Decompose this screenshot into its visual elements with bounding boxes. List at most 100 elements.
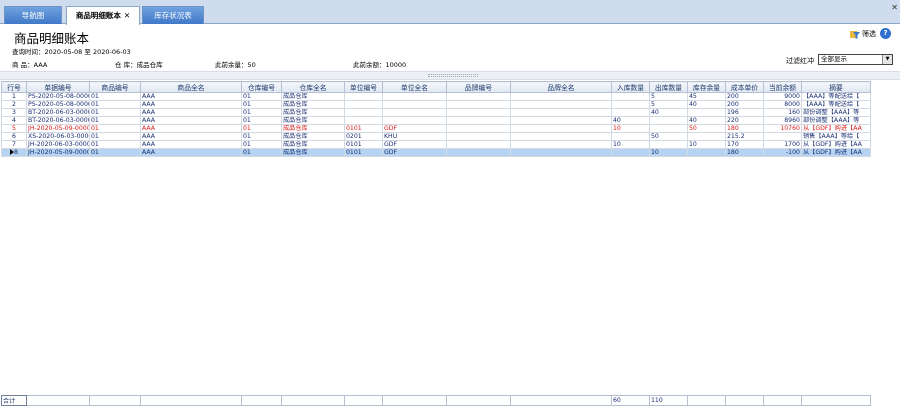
column-header[interactable]: 仓库编号: [241, 81, 282, 93]
column-header[interactable]: 库存余量: [687, 81, 726, 93]
page-title: 商品明细账本: [14, 31, 90, 46]
date-to: 2020-06-03: [92, 48, 131, 56]
column-header[interactable]: 商品编号: [89, 81, 141, 93]
cell-wcode: 01: [241, 108, 282, 117]
cell-cost: 200: [725, 100, 764, 109]
cell-amount: 1700: [763, 140, 802, 149]
cell-memo: 从【GDF】购进【AA: [801, 124, 871, 133]
cell-wname: 成品仓库: [281, 100, 345, 109]
help-icon[interactable]: ?: [880, 28, 891, 39]
column-header[interactable]: 成本单价: [725, 81, 764, 93]
table-row[interactable]: 8 JH-2020-05-09-00001 01 AAA 01 成品仓库 0101 GDF 10…: [1, 148, 871, 157]
cell-in: 40: [611, 116, 650, 125]
cell-uname: KHU: [382, 132, 447, 141]
tab-inventory-status[interactable]: 库存状况表: [142, 6, 204, 24]
cell-ucode: [344, 116, 383, 125]
table-row[interactable]: 3 BT-2020-06-03-00001 01 AAA 01 成品仓库 40 196 160 部…: [1, 108, 871, 117]
prior-qty-info: 此前余量：50: [215, 59, 256, 69]
cell-bcode: [446, 92, 511, 101]
column-header[interactable]: 单据编号: [26, 81, 90, 93]
table-row[interactable]: 1 PS-2020-05-08-00001 01 AAA 01 成品仓库 5 45 200 900…: [1, 92, 871, 101]
cell-bal: 40: [687, 116, 726, 125]
empty-row: [1, 204, 871, 213]
column-header[interactable]: 摘要: [801, 81, 871, 93]
table-row[interactable]: 6 XS-2020-06-03-00001 01 AAA 01 成品仓库 0201 KHU 50…: [1, 132, 871, 141]
cell-bcode: [446, 132, 511, 141]
cell-memo: 部份调整【AAA】等: [801, 108, 871, 117]
cell-doc: PS-2020-05-08-00001: [26, 92, 90, 101]
cell-out: [649, 140, 688, 149]
table-row[interactable]: 2 PS-2020-05-08-00002 01 AAA 01 成品仓库 5 40 200 800…: [1, 100, 871, 109]
column-header[interactable]: 入库数量: [611, 81, 650, 93]
empty-row: [1, 300, 871, 309]
cell-uname: [382, 108, 447, 117]
cell-amount: 8960: [763, 116, 802, 125]
column-header[interactable]: 品牌编号: [446, 81, 511, 93]
table-row[interactable]: 7 JH-2020-06-03-00001 01 AAA 01 成品仓库 0101 GDF 10…: [1, 140, 871, 149]
cell-ucode: [344, 108, 383, 117]
cell-bname: [510, 100, 612, 109]
cell-memo: 【AAA】等配送给【: [801, 100, 871, 109]
tab-label: 库存状况表: [154, 11, 192, 20]
cell-wname: 成品仓库: [281, 124, 345, 133]
filter-red-label: 过滤红冲: [786, 57, 814, 65]
cell-doc: PS-2020-05-08-00002: [26, 100, 90, 109]
cell-bcode: [446, 116, 511, 125]
filter-button[interactable]: 筛选: [850, 29, 876, 39]
cell-amount: [763, 132, 802, 141]
column-header[interactable]: 出库数量: [649, 81, 688, 93]
empty-row: [1, 236, 871, 245]
cell-pname: AAA: [140, 100, 242, 109]
grid-header-row: 行号 单据编号 商品编号 商品全名 仓库编号 仓库全名 单位编号 单位全名 品牌编号 品牌全名 入库…: [1, 81, 871, 93]
cell-wcode: 01: [241, 148, 282, 157]
column-header[interactable]: 单位编号: [344, 81, 383, 93]
date-from: 2020-05-08: [44, 48, 83, 56]
ledger-grid[interactable]: 行号 单据编号 商品编号 商品全名 仓库编号 仓库全名 单位编号 单位全名 品牌编号 品牌全名 入库…: [1, 81, 899, 407]
close-icon[interactable]: ✕: [124, 11, 130, 20]
cell-no: 4: [1, 116, 27, 125]
to-label: 至: [84, 48, 91, 56]
column-header[interactable]: 仓库全名: [281, 81, 345, 93]
cell-memo: 从【GDF】购进【AA: [801, 140, 871, 149]
cell-pcode: 01: [89, 116, 141, 125]
cell-bal: 10: [687, 140, 726, 149]
query-time-line: 查询时间：2020-05-08 至 2020-06-03: [12, 46, 131, 56]
empty-row: [1, 156, 871, 165]
cell-amount: -100: [763, 148, 802, 157]
column-header[interactable]: 品牌全名: [510, 81, 612, 93]
cell-bal: 40: [687, 100, 726, 109]
cell-bname: [510, 140, 612, 149]
cell-uname: GDF: [382, 124, 447, 133]
cell-ucode: [344, 92, 383, 101]
cell-bal: [687, 132, 726, 141]
splitter-grip[interactable]: [428, 74, 478, 77]
cell-no: 8: [1, 148, 27, 157]
filter-red-select[interactable]: 全部显示 ▼: [818, 54, 893, 65]
cell-amount: 8000: [763, 100, 802, 109]
cell-doc: JH-2020-06-03-00001: [26, 140, 90, 149]
totals-row: 合计 60 110: [1, 395, 871, 406]
empty-row: [1, 292, 871, 301]
cell-cost: 180: [725, 124, 764, 133]
cell-bcode: [446, 140, 511, 149]
splitter[interactable]: [0, 71, 900, 80]
tab-product-ledger[interactable]: 商品明细账本 ✕: [66, 6, 140, 25]
cell-no: 2: [1, 100, 27, 109]
cell-out: 5: [649, 100, 688, 109]
cell-memo: 从【GDF】购进【AA: [801, 148, 871, 157]
empty-row: [1, 196, 871, 205]
cell-doc: BT-2020-06-03-00001: [26, 108, 90, 117]
window-close-icon[interactable]: ✕: [891, 3, 898, 12]
table-row[interactable]: 4 BT-2020-06-03-00002 01 AAA 01 成品仓库 40 40 220 89…: [1, 116, 871, 125]
cell-bcode: [446, 148, 511, 157]
column-header[interactable]: 当前余额: [763, 81, 802, 93]
tab-navigation[interactable]: 导航图: [4, 6, 62, 24]
column-header[interactable]: 商品全名: [140, 81, 242, 93]
table-row[interactable]: 5 JH-2020-05-09-00001 01 AAA 01 成品仓库 0101 GDF 10…: [1, 124, 871, 133]
cell-uname: [382, 116, 447, 125]
column-header[interactable]: 行号: [1, 81, 27, 93]
cell-amount: 160: [763, 108, 802, 117]
cell-in: [611, 108, 650, 117]
column-header[interactable]: 单位全名: [382, 81, 447, 93]
prior-amount-info: 此前余额：10000: [353, 59, 406, 69]
